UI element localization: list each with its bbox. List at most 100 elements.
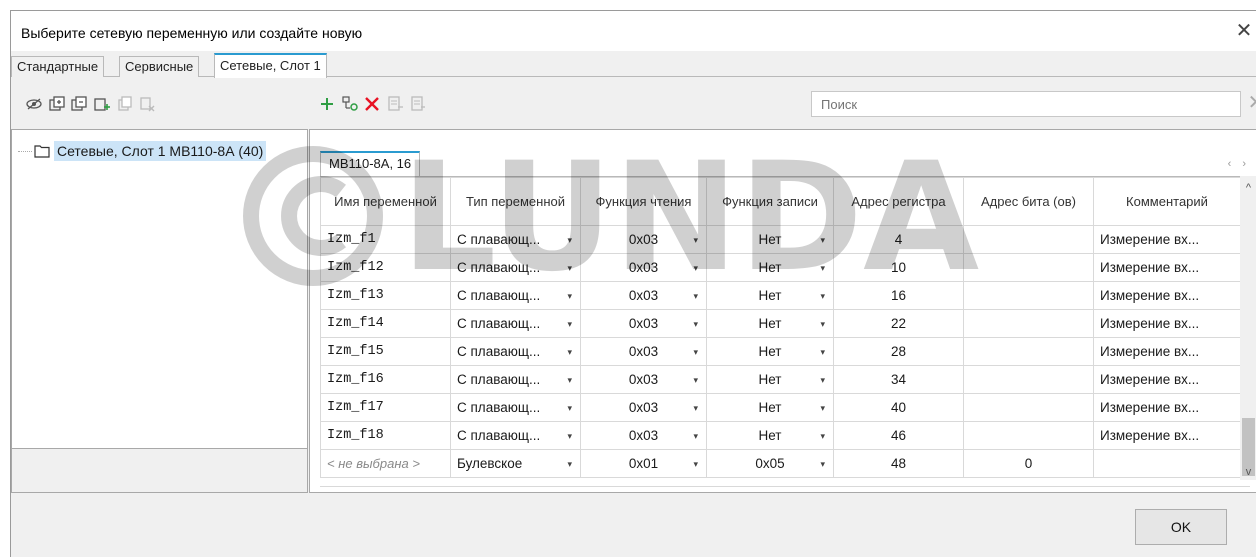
dropdown-arrow-icon[interactable]: ▾: [567, 339, 572, 365]
dropdown-arrow-icon[interactable]: ▾: [693, 367, 698, 393]
dropdown-arrow-icon[interactable]: ▾: [820, 395, 825, 421]
column-header-write-function[interactable]: Функция записи: [706, 177, 834, 226]
cell-bit-address[interactable]: [963, 365, 1094, 394]
cell-register-address[interactable]: 40: [833, 393, 964, 422]
table-row[interactable]: Izm_f14 С плавающ... ▾ 0x03 ▾ Нет ▾ 22 Измерение…: [320, 309, 1240, 338]
cell-comment[interactable]: Измерение вх...: [1093, 421, 1240, 450]
link-variable-icon[interactable]: [341, 95, 359, 113]
cell-write-function[interactable]: Нет ▾: [706, 225, 834, 254]
tab-module[interactable]: МВ110-8А, 16: [320, 151, 421, 176]
dropdown-arrow-icon[interactable]: ▾: [567, 255, 572, 281]
cell-variable-type[interactable]: С плавающ... ▾: [450, 393, 581, 422]
table-row[interactable]: < не выбрана > Булевское ▾ 0x01 ▾ 0x05 ▾ 48 0: [320, 449, 1240, 478]
dropdown-arrow-icon[interactable]: ▾: [820, 227, 825, 253]
dropdown-arrow-icon[interactable]: ▾: [693, 311, 698, 337]
column-header-read-function[interactable]: Функция чтения: [580, 177, 707, 226]
delete-icon[interactable]: [363, 95, 381, 113]
cell-bit-address[interactable]: [963, 225, 1094, 254]
cell-variable-type[interactable]: Булевское ▾: [450, 449, 581, 478]
ok-button[interactable]: OK: [1135, 509, 1227, 545]
cell-read-function[interactable]: 0x01 ▾: [580, 449, 707, 478]
cell-variable-name[interactable]: Izm_f16: [320, 365, 451, 394]
visibility-icon[interactable]: [25, 95, 43, 113]
cell-read-function[interactable]: 0x03 ▾: [580, 421, 707, 450]
cell-register-address[interactable]: 16: [833, 281, 964, 310]
column-header-comment[interactable]: Комментарий: [1093, 177, 1240, 226]
add-icon[interactable]: [318, 95, 336, 113]
cell-comment[interactable]: Измерение вх...: [1093, 309, 1240, 338]
cell-write-function[interactable]: Нет ▾: [706, 365, 834, 394]
cell-bit-address[interactable]: [963, 309, 1094, 338]
column-header-type[interactable]: Тип переменной: [450, 177, 581, 226]
search-input[interactable]: [811, 91, 1241, 117]
cell-read-function[interactable]: 0x03 ▾: [580, 253, 707, 282]
tree-item-network-slot1[interactable]: Сетевые, Слот 1 МВ110-8А (40): [18, 140, 267, 162]
cell-variable-name[interactable]: Izm_f14: [320, 309, 451, 338]
cell-variable-type[interactable]: С плавающ... ▾: [450, 281, 581, 310]
scroll-up-icon[interactable]: ^: [1240, 180, 1256, 196]
cell-variable-name[interactable]: Izm_f13: [320, 281, 451, 310]
cell-read-function[interactable]: 0x03 ▾: [580, 393, 707, 422]
cell-variable-type[interactable]: С плавающ... ▾: [450, 253, 581, 282]
table-row[interactable]: Izm_f12 С плавающ... ▾ 0x03 ▾ Нет ▾ 10 Измерение…: [320, 253, 1240, 282]
table-row[interactable]: Izm_f13 С плавающ... ▾ 0x03 ▾ Нет ▾ 16 Измерение…: [320, 281, 1240, 310]
cell-register-address[interactable]: 22: [833, 309, 964, 338]
dropdown-arrow-icon[interactable]: ▾: [567, 227, 572, 253]
dropdown-arrow-icon[interactable]: ▾: [693, 451, 698, 477]
cell-bit-address[interactable]: 0: [963, 449, 1094, 478]
dropdown-arrow-icon[interactable]: ▾: [820, 255, 825, 281]
table-row[interactable]: Izm_f16 С плавающ... ▾ 0x03 ▾ Нет ▾ 34 Измерение…: [320, 365, 1240, 394]
column-header-name[interactable]: Имя переменной: [320, 177, 451, 226]
cell-variable-name[interactable]: Izm_f1: [320, 225, 451, 254]
cell-comment[interactable]: Измерение вх...: [1093, 225, 1240, 254]
column-header-register-address[interactable]: Адрес регистра: [833, 177, 964, 226]
cell-read-function[interactable]: 0x03 ▾: [580, 337, 707, 366]
expand-all-icon[interactable]: [48, 95, 66, 113]
cell-bit-address[interactable]: [963, 421, 1094, 450]
add-node-icon[interactable]: [93, 95, 111, 113]
dropdown-arrow-icon[interactable]: ▾: [693, 255, 698, 281]
cell-write-function[interactable]: Нет ▾: [706, 253, 834, 282]
cell-write-function[interactable]: Нет ▾: [706, 309, 834, 338]
cell-bit-address[interactable]: [963, 393, 1094, 422]
cell-write-function[interactable]: Нет ▾: [706, 337, 834, 366]
dropdown-arrow-icon[interactable]: ▾: [820, 339, 825, 365]
dropdown-arrow-icon[interactable]: ▾: [820, 451, 825, 477]
cell-variable-name[interactable]: Izm_f18: [320, 421, 451, 450]
cell-variable-type[interactable]: С плавающ... ▾: [450, 365, 581, 394]
cell-read-function[interactable]: 0x03 ▾: [580, 309, 707, 338]
dropdown-arrow-icon[interactable]: ▾: [693, 339, 698, 365]
cell-read-function[interactable]: 0x03 ▾: [580, 365, 707, 394]
tab-service[interactable]: Сервисные: [119, 56, 200, 77]
cell-write-function[interactable]: Нет ▾: [706, 421, 834, 450]
cell-comment[interactable]: Измерение вх...: [1093, 393, 1240, 422]
cell-comment[interactable]: Измерение вх...: [1093, 365, 1240, 394]
cell-comment[interactable]: [1093, 449, 1240, 478]
dropdown-arrow-icon[interactable]: ▾: [820, 367, 825, 393]
cell-register-address[interactable]: 10: [833, 253, 964, 282]
tab-standard[interactable]: Стандартные: [11, 56, 105, 77]
scroll-down-icon[interactable]: v: [1240, 464, 1256, 480]
vertical-scrollbar[interactable]: ^ v: [1240, 176, 1256, 480]
cell-read-function[interactable]: 0x03 ▾: [580, 225, 707, 254]
dropdown-arrow-icon[interactable]: ▾: [820, 423, 825, 449]
cell-variable-name[interactable]: Izm_f12: [320, 253, 451, 282]
collapse-all-icon[interactable]: [70, 95, 88, 113]
dropdown-arrow-icon[interactable]: ▾: [567, 395, 572, 421]
table-row[interactable]: Izm_f18 С плавающ... ▾ 0x03 ▾ Нет ▾ 46 Измерение…: [320, 421, 1240, 450]
cell-variable-type[interactable]: С плавающ... ▾: [450, 421, 581, 450]
cell-variable-name[interactable]: < не выбрана >: [320, 449, 451, 478]
cell-register-address[interactable]: 34: [833, 365, 964, 394]
dropdown-arrow-icon[interactable]: ▾: [693, 395, 698, 421]
cell-comment[interactable]: Измерение вх...: [1093, 253, 1240, 282]
dropdown-arrow-icon[interactable]: ▾: [820, 283, 825, 309]
dropdown-arrow-icon[interactable]: ▾: [693, 283, 698, 309]
cell-register-address[interactable]: 46: [833, 421, 964, 450]
cell-variable-name[interactable]: Izm_f15: [320, 337, 451, 366]
cell-register-address[interactable]: 48: [833, 449, 964, 478]
cell-variable-name[interactable]: Izm_f17: [320, 393, 451, 422]
dropdown-arrow-icon[interactable]: ▾: [693, 227, 698, 253]
cell-bit-address[interactable]: [963, 281, 1094, 310]
search-clear-icon[interactable]: ✕: [1245, 91, 1256, 117]
tab-scroll-arrows-icon[interactable]: ‹ ›: [1228, 158, 1250, 170]
